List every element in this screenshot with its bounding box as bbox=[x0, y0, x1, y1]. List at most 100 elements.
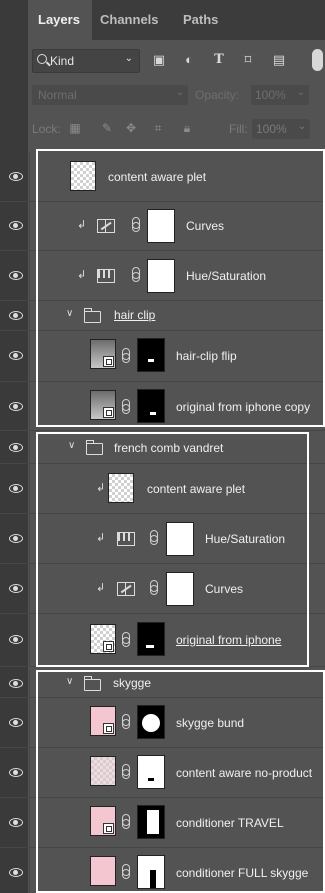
link-icon[interactable] bbox=[149, 580, 158, 595]
link-icon[interactable] bbox=[121, 864, 130, 879]
layer-row[interactable]: content aware no-product bbox=[0, 747, 325, 798]
eye-icon[interactable] bbox=[9, 443, 23, 452]
filter-kind-select[interactable]: Kind ⌄ bbox=[32, 49, 140, 73]
shape-filter-icon[interactable]: ⌑ bbox=[241, 53, 255, 67]
layer-name[interactable]: original from iphone copy bbox=[176, 400, 310, 414]
tab-paths[interactable]: Paths bbox=[183, 0, 218, 40]
layer-row[interactable]: ↲ Curves bbox=[0, 201, 325, 251]
chevron-down-icon[interactable]: ∨ bbox=[66, 308, 73, 319]
link-icon[interactable] bbox=[131, 267, 140, 282]
eye-icon[interactable] bbox=[9, 534, 23, 543]
eye-icon[interactable] bbox=[9, 584, 23, 593]
layer-row[interactable]: ↲ content aware plet bbox=[0, 463, 325, 514]
layer-name[interactable]: original from iphone bbox=[176, 633, 281, 647]
divider bbox=[29, 330, 30, 381]
hue-saturation-icon bbox=[97, 269, 115, 283]
layer-name[interactable]: skygge bund bbox=[176, 716, 244, 730]
folder-icon bbox=[83, 308, 101, 323]
eye-icon[interactable] bbox=[9, 172, 23, 181]
layer-name[interactable]: content aware no-product bbox=[176, 766, 312, 780]
group-row[interactable]: ∨ french comb vandret bbox=[0, 432, 325, 464]
chevron-down-icon[interactable]: ∨ bbox=[68, 440, 75, 451]
link-icon[interactable] bbox=[131, 217, 140, 232]
search-icon bbox=[37, 54, 47, 64]
link-icon[interactable] bbox=[149, 530, 158, 545]
layer-name[interactable]: Curves bbox=[205, 582, 243, 596]
image-filter-icon[interactable]: ▣ bbox=[152, 53, 166, 67]
chevron-down-icon: ⌄ bbox=[296, 87, 305, 98]
layer-row[interactable]: original from iphone copy bbox=[0, 381, 325, 431]
layer-mask-thumbnail bbox=[137, 755, 165, 789]
link-icon[interactable] bbox=[121, 764, 130, 779]
lock-artboard-icon[interactable]: ⌗ bbox=[151, 121, 165, 135]
eye-icon[interactable] bbox=[9, 402, 23, 411]
group-row[interactable]: ∨ skygge bbox=[0, 670, 325, 698]
clip-arrow-icon: ↲ bbox=[77, 269, 87, 281]
smart-object-filter-icon[interactable]: ▤ bbox=[272, 53, 286, 67]
eye-icon[interactable] bbox=[9, 818, 23, 827]
clip-arrow-icon: ↲ bbox=[96, 482, 106, 494]
layer-name[interactable]: hair-clip flip bbox=[176, 349, 237, 363]
layer-name[interactable]: Curves bbox=[186, 219, 224, 233]
layer-name[interactable]: skygge bbox=[113, 676, 151, 690]
adjustment-filter-icon[interactable]: ◐ bbox=[182, 53, 196, 67]
lock-brush-icon[interactable]: ✎ bbox=[100, 121, 114, 135]
layer-name[interactable]: french comb vandret bbox=[114, 441, 223, 455]
fill-label: Fill: bbox=[229, 122, 248, 136]
layer-row[interactable]: skygge bund bbox=[0, 697, 325, 748]
layer-name[interactable]: content aware plet bbox=[147, 482, 245, 496]
filter-row: Kind ⌄ ▣ ◐ T ⌑ ▤ bbox=[28, 44, 325, 76]
divider bbox=[29, 300, 30, 330]
divider bbox=[29, 697, 30, 747]
layer-name[interactable]: Hue/Saturation bbox=[205, 532, 285, 546]
eye-icon[interactable] bbox=[9, 221, 23, 230]
eye-icon[interactable] bbox=[9, 271, 23, 280]
link-icon[interactable] bbox=[121, 399, 130, 414]
layer-row[interactable]: original from iphone bbox=[0, 613, 325, 667]
layer-row[interactable]: conditioner FULL skygge bbox=[0, 847, 325, 893]
layer-name[interactable]: conditioner TRAVEL bbox=[176, 816, 284, 830]
opacity-input[interactable]: 100% ⌄ bbox=[251, 85, 309, 105]
divider bbox=[29, 381, 30, 430]
layer-mask-thumbnail bbox=[147, 259, 175, 293]
link-icon[interactable] bbox=[121, 714, 130, 729]
eye-icon[interactable] bbox=[9, 718, 23, 727]
filter-toggle-switch[interactable] bbox=[312, 49, 323, 71]
eye-icon[interactable] bbox=[9, 351, 23, 360]
eye-icon[interactable] bbox=[9, 868, 23, 877]
layer-thumbnail bbox=[90, 806, 116, 836]
blend-mode-select[interactable]: Normal ⌄ bbox=[32, 85, 188, 105]
layer-row[interactable]: ↲ Hue/Saturation bbox=[0, 250, 325, 301]
layer-name[interactable]: conditioner FULL skygge bbox=[176, 866, 308, 880]
layer-mask-thumbnail bbox=[137, 389, 165, 423]
fill-input[interactable]: 100% ⌄ bbox=[252, 119, 310, 139]
layer-row[interactable]: hair-clip flip bbox=[0, 330, 325, 382]
layer-row[interactable]: ↲ Hue/Saturation bbox=[0, 513, 325, 564]
tab-channels[interactable]: Channels bbox=[100, 0, 159, 40]
lock-position-icon[interactable]: ✥ bbox=[124, 121, 138, 135]
eye-icon[interactable] bbox=[9, 679, 23, 688]
layer-name[interactable]: Hue/Saturation bbox=[186, 269, 266, 283]
eye-icon[interactable] bbox=[9, 311, 23, 320]
eye-icon[interactable] bbox=[9, 768, 23, 777]
layer-thumbnail bbox=[90, 706, 116, 736]
filter-kind-label: Kind bbox=[50, 54, 75, 68]
chevron-down-icon[interactable]: ∨ bbox=[66, 676, 73, 687]
layer-name[interactable]: content aware plet bbox=[108, 170, 206, 184]
layer-name[interactable]: hair clip bbox=[114, 308, 155, 322]
smart-object-badge-icon bbox=[103, 723, 114, 734]
eye-icon[interactable] bbox=[9, 484, 23, 493]
layer-row[interactable]: content aware plet bbox=[0, 152, 325, 202]
link-icon[interactable] bbox=[121, 814, 130, 829]
link-icon[interactable] bbox=[121, 348, 130, 363]
link-icon[interactable] bbox=[121, 632, 130, 647]
group-row[interactable]: ∨ hair clip bbox=[0, 300, 325, 331]
eye-icon[interactable] bbox=[9, 635, 23, 644]
tab-layers[interactable]: Layers bbox=[28, 0, 92, 40]
lock-all-icon[interactable]: 🔒︎ bbox=[180, 121, 194, 135]
layer-thumbnail bbox=[90, 856, 116, 886]
layer-row[interactable]: ↲ Curves bbox=[0, 563, 325, 614]
type-filter-icon[interactable]: T bbox=[212, 53, 226, 67]
layer-row[interactable]: conditioner TRAVEL bbox=[0, 797, 325, 848]
lock-transparent-icon[interactable]: ▦ bbox=[68, 121, 82, 135]
